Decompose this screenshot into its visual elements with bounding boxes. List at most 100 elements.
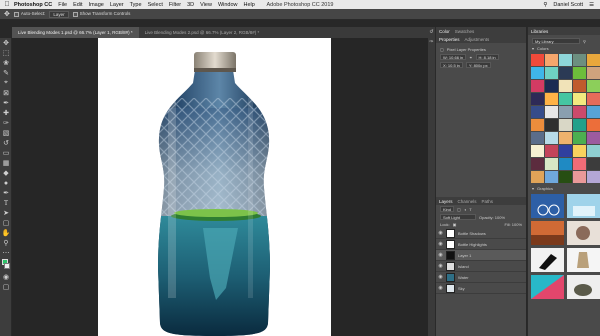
- brush-settings-icon[interactable]: ✑: [428, 37, 435, 47]
- menu-select[interactable]: Select: [148, 2, 163, 8]
- eye-icon[interactable]: ◉: [438, 241, 443, 247]
- tab-document-2[interactable]: Live Blending Modes 2.psd @ 66.7% (Layer…: [139, 27, 266, 38]
- document-canvas[interactable]: [98, 38, 331, 336]
- color-swatch-icon[interactable]: [0, 258, 12, 272]
- color-swatch[interactable]: [559, 158, 572, 170]
- more-tools-icon[interactable]: ⋯: [0, 248, 12, 258]
- tab-adjustments[interactable]: Adjustments: [465, 37, 490, 42]
- graphic-thumbnail[interactable]: [531, 194, 564, 218]
- brush-tool-icon[interactable]: ✑: [0, 118, 12, 128]
- opacity-field[interactable]: Opacity: 100%: [479, 215, 505, 220]
- gradient-tool-icon[interactable]: ▦: [0, 158, 12, 168]
- color-swatch[interactable]: [531, 171, 544, 183]
- x-field[interactable]: X: 10.5 in: [440, 62, 463, 68]
- color-swatch[interactable]: [573, 93, 586, 105]
- search-icon[interactable]: ⚲: [543, 2, 547, 8]
- color-swatch[interactable]: [531, 93, 544, 105]
- tab-paths[interactable]: Paths: [482, 199, 494, 204]
- eye-icon[interactable]: ◉: [438, 252, 443, 258]
- graphic-thumbnail[interactable]: [567, 194, 600, 218]
- tab-swatches[interactable]: Swatches: [455, 29, 475, 34]
- frame-tool-icon[interactable]: ⊠: [0, 88, 12, 98]
- color-swatch[interactable]: [545, 93, 558, 105]
- color-swatch[interactable]: [559, 145, 572, 157]
- stamp-tool-icon[interactable]: ▧: [0, 128, 12, 138]
- color-swatch[interactable]: [587, 145, 600, 157]
- color-swatch[interactable]: [573, 132, 586, 144]
- blur-tool-icon[interactable]: ◆: [0, 168, 12, 178]
- color-swatch[interactable]: [545, 132, 558, 144]
- menu-view[interactable]: View: [200, 2, 212, 8]
- color-swatch[interactable]: [559, 93, 572, 105]
- color-swatch[interactable]: [559, 54, 572, 66]
- type-tool-icon[interactable]: T: [0, 198, 12, 208]
- menu-help[interactable]: Help: [244, 2, 255, 8]
- layer-row[interactable]: ◉ Island: [436, 261, 526, 272]
- height-field[interactable]: H: 8.18 in: [475, 54, 499, 60]
- menu-filter[interactable]: Filter: [169, 2, 181, 8]
- color-swatch[interactable]: [545, 171, 558, 183]
- graphic-thumbnail[interactable]: [567, 221, 600, 245]
- auto-select-target-dropdown[interactable]: Layer: [49, 10, 69, 18]
- color-swatch[interactable]: [587, 106, 600, 118]
- layer-row-selected[interactable]: ◉ Layer 1: [436, 250, 526, 261]
- color-swatch[interactable]: [559, 171, 572, 183]
- tab-channels[interactable]: Channels: [458, 199, 477, 204]
- color-swatch[interactable]: [587, 67, 600, 79]
- color-swatch[interactable]: [531, 106, 544, 118]
- app-menu[interactable]: Photoshop CC: [14, 2, 52, 8]
- color-swatch[interactable]: [587, 132, 600, 144]
- dodge-tool-icon[interactable]: ●: [0, 178, 12, 188]
- color-swatch[interactable]: [573, 158, 586, 170]
- color-swatch[interactable]: [545, 145, 558, 157]
- layer-row[interactable]: ◉ Water: [436, 272, 526, 283]
- layer-name[interactable]: Water: [458, 275, 469, 280]
- eyedropper-tool-icon[interactable]: ✒: [0, 98, 12, 108]
- color-swatch[interactable]: [545, 80, 558, 92]
- library-dropdown[interactable]: My Library: [532, 38, 580, 44]
- eye-icon[interactable]: ◉: [438, 285, 443, 291]
- lock-icon[interactable]: ▣: [453, 222, 457, 227]
- tab-layers[interactable]: Layers: [439, 199, 453, 204]
- color-swatch[interactable]: [531, 67, 544, 79]
- width-field[interactable]: W: 10.66 in: [440, 54, 467, 60]
- eraser-tool-icon[interactable]: ▭: [0, 148, 12, 158]
- color-swatch[interactable]: [545, 54, 558, 66]
- tab-libraries[interactable]: Libraries: [531, 29, 548, 34]
- eye-icon[interactable]: ◉: [438, 230, 443, 236]
- menu-type[interactable]: Type: [130, 2, 142, 8]
- color-swatch[interactable]: [531, 145, 544, 157]
- apple-icon[interactable]: : [0, 1, 14, 8]
- link-icon[interactable]: ⚭: [469, 55, 472, 60]
- color-swatch[interactable]: [587, 80, 600, 92]
- menu-layer[interactable]: Layer: [110, 2, 124, 8]
- filter-image-icon[interactable]: ▢: [457, 207, 461, 212]
- color-swatch[interactable]: [545, 106, 558, 118]
- menu-icon[interactable]: ☰: [589, 2, 594, 8]
- graphic-thumbnail[interactable]: [531, 248, 564, 272]
- color-swatch[interactable]: [573, 80, 586, 92]
- tab-properties[interactable]: Properties: [439, 37, 460, 42]
- color-swatch[interactable]: [573, 171, 586, 183]
- layer-name[interactable]: Bottle Shadows: [458, 231, 486, 236]
- fill-field[interactable]: Fill: 100%: [504, 222, 522, 227]
- move-tool-icon[interactable]: ✥: [0, 38, 12, 48]
- color-swatch[interactable]: [573, 67, 586, 79]
- layer-name[interactable]: Layer 1: [458, 253, 471, 258]
- color-swatch[interactable]: [587, 158, 600, 170]
- graphic-thumbnail[interactable]: [531, 275, 564, 299]
- tab-document-1[interactable]: Live Blending Modes 1.psd @ 66.7% (Layer…: [12, 27, 139, 38]
- color-swatch[interactable]: [531, 80, 544, 92]
- color-swatch[interactable]: [559, 119, 572, 131]
- blend-mode-dropdown[interactable]: Soft Light: [440, 214, 476, 220]
- color-swatch[interactable]: [573, 54, 586, 66]
- menu-window[interactable]: Window: [218, 2, 238, 8]
- graphic-thumbnail[interactable]: [531, 221, 564, 245]
- healing-tool-icon[interactable]: ✚: [0, 108, 12, 118]
- history-brush-tool-icon[interactable]: ↺: [0, 138, 12, 148]
- move-tool-icon[interactable]: ✥: [4, 10, 10, 18]
- eye-icon[interactable]: ◉: [438, 263, 443, 269]
- color-swatch[interactable]: [531, 119, 544, 131]
- color-swatch[interactable]: [545, 158, 558, 170]
- color-swatch[interactable]: [531, 158, 544, 170]
